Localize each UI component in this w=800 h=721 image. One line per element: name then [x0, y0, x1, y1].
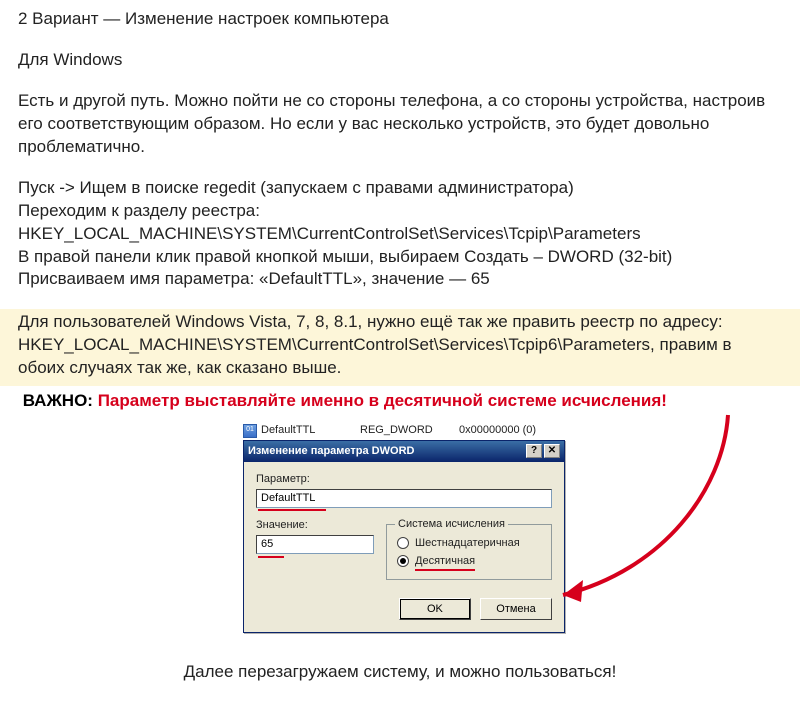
value-label: Значение: — [256, 518, 374, 533]
os-label: Для Windows — [18, 49, 782, 72]
dword-icon — [243, 424, 257, 438]
radio-dec[interactable] — [397, 555, 409, 567]
step-line-1: Пуск -> Ищем в поиске regedit (запускаем… — [18, 177, 782, 200]
important-label: ВАЖНО: — [23, 391, 93, 410]
highlight-note: Для пользователей Windows Vista, 7, 8, 8… — [0, 309, 800, 386]
radio-hex[interactable] — [397, 537, 409, 549]
underline-value — [258, 556, 284, 558]
radio-dec-row[interactable]: Десятичная — [397, 554, 541, 569]
step-line-5: Присваиваем имя параметра: «DefaultTTL»,… — [18, 268, 782, 291]
ok-button[interactable]: OK — [399, 598, 471, 620]
highlight-line-1: Для пользователей Windows Vista, 7, 8, 8… — [18, 311, 782, 334]
step-line-3: HKEY_LOCAL_MACHINE\SYSTEM\CurrentControl… — [18, 223, 782, 246]
registry-row: DefaultTTL REG_DWORD 0x00000000 (0) — [243, 423, 593, 438]
radix-groupbox: Система исчисления Шестнадцатеричная Дес… — [386, 524, 552, 581]
registry-name: DefaultTTL — [261, 423, 356, 438]
value-input[interactable] — [256, 535, 374, 554]
underline-param — [258, 509, 326, 511]
registry-type: REG_DWORD — [360, 423, 455, 438]
dialog-titlebar: Изменение параметра DWORD ? ✕ — [244, 441, 564, 462]
important-text: Параметр выставляйте именно в десятичной… — [98, 391, 667, 410]
dialog-title: Изменение параметра DWORD — [248, 444, 524, 459]
radix-legend: Система исчисления — [395, 517, 508, 532]
intro-paragraph: Есть и другой путь. Можно пойти не со ст… — [18, 90, 782, 159]
step-line-4: В правой панели клик правой кнопкой мыши… — [18, 246, 782, 269]
footer-line: Далее перезагружаем систему, и можно пол… — [18, 661, 782, 684]
cancel-button[interactable]: Отмена — [480, 598, 552, 620]
heading: 2 Вариант — Изменение настроек компьютер… — [18, 8, 782, 31]
highlight-line-2: HKEY_LOCAL_MACHINE\SYSTEM\CurrentControl… — [18, 334, 782, 380]
radio-hex-label: Шестнадцатеричная — [415, 536, 520, 551]
edit-dword-dialog: Изменение параметра DWORD ? ✕ Параметр: … — [243, 440, 565, 633]
radio-dec-label: Десятичная — [415, 554, 475, 569]
registry-value: 0x00000000 (0) — [459, 423, 593, 438]
important-line: ВАЖНО: Параметр выставляйте именно в дес… — [18, 390, 782, 413]
close-button[interactable]: ✕ — [544, 444, 560, 458]
param-input[interactable] — [256, 489, 552, 508]
step-line-2: Переходим к разделу реестра: — [18, 200, 782, 223]
help-button[interactable]: ? — [526, 444, 542, 458]
radio-hex-row[interactable]: Шестнадцатеричная — [397, 536, 541, 551]
steps-block: Пуск -> Ищем в поиске regedit (запускаем… — [18, 177, 782, 292]
param-label: Параметр: — [256, 472, 552, 487]
